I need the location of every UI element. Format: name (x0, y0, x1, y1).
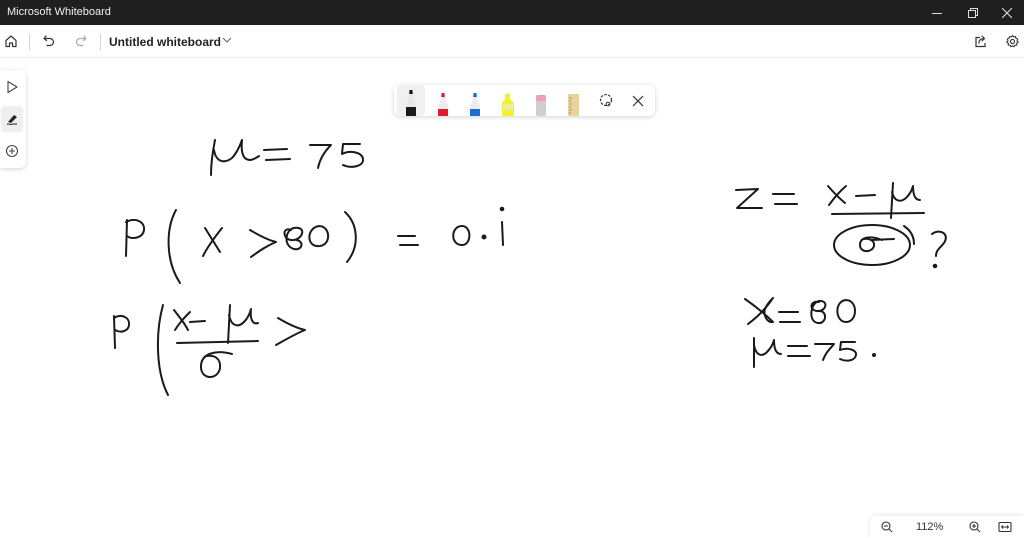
close-icon (1002, 7, 1012, 18)
redo-icon (75, 35, 87, 47)
fit-to-screen-button[interactable] (996, 519, 1014, 535)
highlighter-tool[interactable] (494, 85, 522, 116)
zoom-level: 112% (916, 521, 944, 533)
zoom-controls: 112% (870, 516, 1024, 538)
home-icon (5, 35, 17, 48)
share-button[interactable] (970, 30, 992, 52)
zoom-out-icon (881, 521, 893, 533)
close-icon (632, 95, 644, 106)
undo-button[interactable] (38, 30, 60, 52)
blue-pen-icon (470, 93, 480, 116)
blue-pen-tool[interactable] (461, 85, 489, 116)
board-title[interactable]: Untitled whiteboard (109, 35, 221, 49)
ruler-icon (568, 94, 579, 116)
zoom-in-icon (969, 521, 981, 533)
share-icon (975, 35, 986, 48)
app-bar: Untitled whiteboard (0, 25, 1024, 58)
inking-tool-button[interactable] (1, 106, 23, 132)
restore-button[interactable] (956, 0, 990, 25)
minimize-button[interactable] (920, 0, 954, 25)
window-title: Microsoft Whiteboard (7, 6, 111, 18)
fit-to-screen-icon (998, 521, 1012, 533)
close-toolbar-button[interactable] (624, 85, 652, 116)
home-button[interactable] (0, 30, 22, 52)
add-icon (5, 144, 19, 158)
divider (100, 34, 101, 50)
highlighter-icon (502, 93, 514, 116)
restore-icon (968, 7, 978, 18)
eraser-icon (536, 95, 546, 116)
settings-button[interactable] (1001, 30, 1023, 52)
pen-icon (6, 115, 18, 125)
close-window-button[interactable] (990, 0, 1024, 25)
zoom-out-button[interactable] (878, 519, 896, 535)
board-menu-button[interactable] (221, 33, 233, 52)
pointer-icon (7, 80, 18, 94)
undo-icon (43, 35, 55, 47)
settings-icon (1005, 34, 1019, 47)
lasso-icon (599, 93, 613, 106)
left-tool-rail (0, 70, 26, 168)
window-titlebar: Microsoft Whiteboard (0, 0, 1024, 25)
redo-button[interactable] (70, 30, 92, 52)
chevron-down-icon (222, 37, 232, 43)
divider (29, 34, 30, 50)
eraser-tool[interactable] (527, 85, 555, 116)
zoom-in-button[interactable] (966, 519, 984, 535)
red-pen-tool[interactable] (429, 85, 457, 116)
black-pen-tool[interactable] (397, 85, 425, 116)
minimize-icon (932, 12, 942, 14)
ruler-tool[interactable] (559, 85, 587, 116)
lasso-select-tool[interactable] (592, 85, 620, 116)
create-button[interactable] (1, 138, 23, 164)
whiteboard-canvas[interactable] (0, 58, 1024, 538)
ink-toolbar (394, 85, 655, 116)
red-pen-icon (438, 93, 448, 116)
select-tool-button[interactable] (1, 74, 23, 100)
black-pen-icon (406, 90, 416, 116)
